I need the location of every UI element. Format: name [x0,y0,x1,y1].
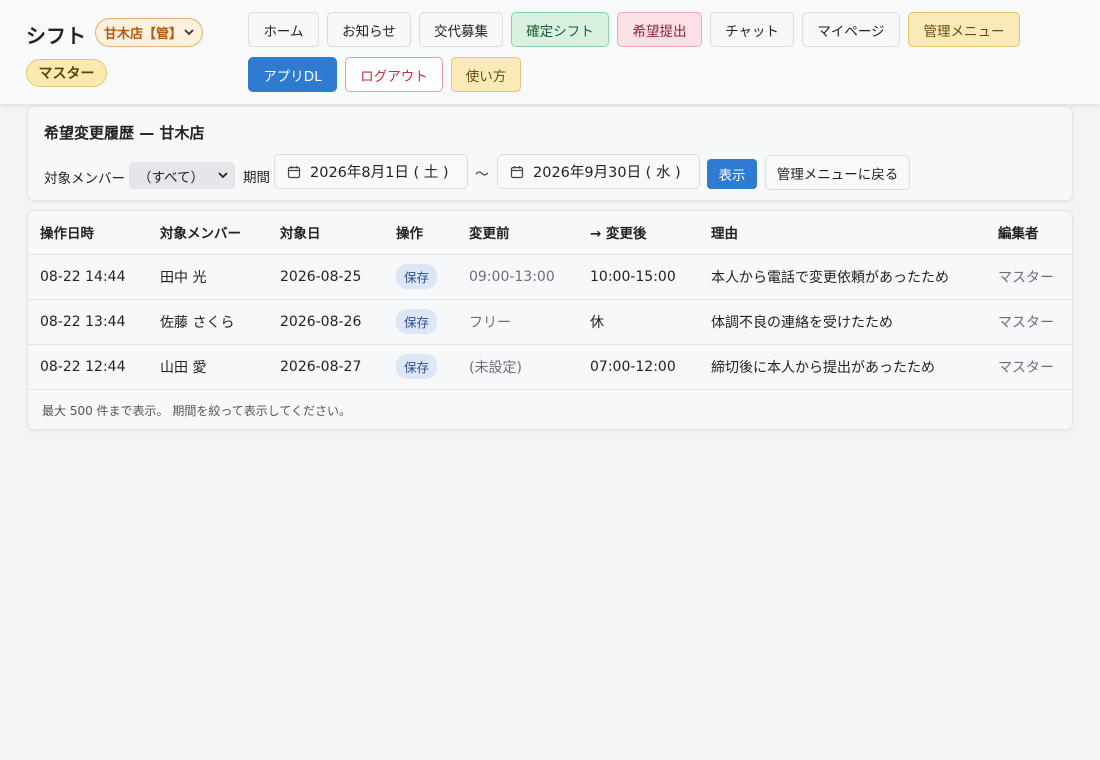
table-footnote: 最大 500 件まで表示。 期間を絞って表示してください。 [42,404,352,418]
page-title: 希望変更履歴 — 甘木店 [44,124,205,142]
cell-reason: 本人から電話で変更依頼があったため [699,254,986,300]
cell-date: 2026-08-25 [268,254,384,300]
cell-action: 保存 [384,254,457,300]
table-row: 08-22 14:44 田中 光 2026-08-25 保存 09:00-13:… [28,254,1072,300]
calendar-icon [287,165,301,178]
cell-reason: 締切後に本人から提出があったため [699,344,986,390]
action-badge: 保存 [396,354,438,379]
nav-news-button[interactable]: お知らせ [327,12,411,47]
member-label: 対象メンバー [44,171,125,187]
table-header-row: 操作日時 対象メンバー 対象日 操作 変更前 → 変更後 理由 編集者 [28,211,1072,255]
howto-button[interactable]: 使い方 [451,57,521,92]
date-from-input[interactable]: 2026年8月1日 ( 土 ) [274,154,468,189]
nav-request-button[interactable]: 希望提出 [617,12,702,47]
cell-action: 保存 [384,299,457,345]
cell-before: 09:00-13:00 [457,254,578,300]
column-header: 操作 [384,211,457,255]
member-select-value: （すべて） [138,169,205,186]
app-download-button[interactable]: アプリDL [248,57,337,92]
cell-member: 山田 愛 [148,344,268,390]
cell-after: 休 [578,299,699,345]
nav-confirmed-shift-button[interactable]: 確定シフト [511,12,609,47]
column-header: 対象日 [268,211,384,255]
cell-before: (未設定) [457,344,578,390]
show-button[interactable]: 表示 [707,159,757,189]
cell-editor: マスター [986,299,1072,345]
store-select[interactable]: 甘木店【管】 [95,18,203,47]
chevron-down-icon [217,168,229,186]
role-badge: マスター [26,59,107,87]
nav-mypage-button[interactable]: マイページ [802,12,900,47]
action-badge: 保存 [396,264,438,289]
table-row: 08-22 13:44 佐藤 さくら 2026-08-26 保存 フリー 休 体… [28,299,1072,345]
history-table-card: 操作日時 対象メンバー 対象日 操作 変更前 → 変更後 理由 編集者 08-2… [27,210,1073,430]
history-table: 操作日時 対象メンバー 対象日 操作 変更前 → 変更後 理由 編集者 08-2… [28,211,1072,390]
store-select-value: 甘木店【管】 [104,27,183,42]
cell-member: 佐藤 さくら [148,299,268,345]
filter-card: 希望変更履歴 — 甘木店 対象メンバー （すべて） 期間 2026年8月1日 (… [27,106,1073,201]
date-separator: 〜 [475,167,489,183]
brand-title: シフト [26,24,86,48]
top-header: シフト 甘木店【管】 マスター ホーム お知らせ 交代募集 確定シフト 希望提出… [0,0,1100,104]
date-to-input[interactable]: 2026年9月30日 ( 水 ) [497,154,700,189]
cell-editor: マスター [986,254,1072,300]
cell-date: 2026-08-26 [268,299,384,345]
nav-home-button[interactable]: ホーム [248,12,319,47]
column-header: 理由 [699,211,986,255]
cell-time: 08-22 14:44 [28,254,148,300]
period-label: 期間 [243,170,270,186]
calendar-icon [510,165,524,178]
back-to-admin-button[interactable]: 管理メニューに戻る [765,155,910,190]
cell-before: フリー [457,299,578,345]
cell-editor: マスター [986,344,1072,390]
action-badge: 保存 [396,309,438,334]
cell-action: 保存 [384,344,457,390]
logout-button[interactable]: ログアウト [345,57,443,92]
nav-swap-button[interactable]: 交代募集 [419,12,503,47]
nav-chat-button[interactable]: チャット [710,12,794,47]
cell-time: 08-22 12:44 [28,344,148,390]
member-select[interactable]: （すべて） [129,162,235,189]
cell-after: 10:00-15:00 [578,254,699,300]
cell-time: 08-22 13:44 [28,299,148,345]
table-row: 08-22 12:44 山田 愛 2026-08-27 保存 (未設定) 07:… [28,344,1072,390]
column-header: 変更前 [457,211,578,255]
column-header: 編集者 [986,211,1072,255]
cell-reason: 体調不良の連絡を受けたため [699,299,986,345]
nav-admin-menu-button[interactable]: 管理メニュー [908,12,1020,47]
column-header: 操作日時 [28,211,148,255]
cell-date: 2026-08-27 [268,344,384,390]
chevron-down-icon [183,25,195,43]
cell-member: 田中 光 [148,254,268,300]
column-header: 対象メンバー [148,211,268,255]
column-header: → 変更後 [578,211,699,255]
date-to-value: 2026年9月30日 ( 水 ) [533,165,681,181]
date-from-value: 2026年8月1日 ( 土 ) [310,165,449,181]
cell-after: 07:00-12:00 [578,344,699,390]
